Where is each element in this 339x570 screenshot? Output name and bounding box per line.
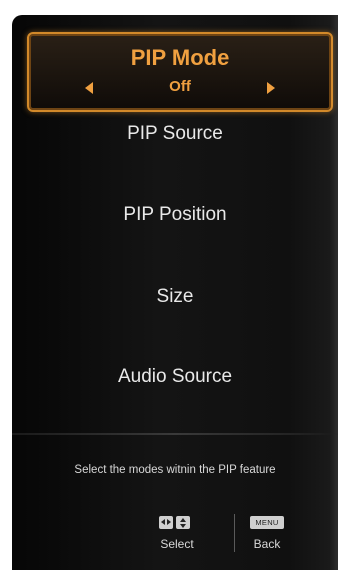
menu-item-size[interactable]: Size (12, 285, 338, 309)
back-hint-label: Back (253, 537, 281, 551)
menu-item-pip-source[interactable]: PIP Source (12, 122, 338, 146)
hint-separator (234, 514, 235, 552)
pip-mode-label: PIP Mode (130, 45, 230, 70)
menu-key-icon: MENU (250, 516, 284, 529)
left-right-key-icon (159, 516, 173, 529)
menu-item-audio-source[interactable]: Audio Source (12, 365, 338, 389)
pip-mode-item[interactable]: PIP Mode Off (27, 32, 333, 112)
help-text: Select the modes witnin the PIP feature (74, 464, 276, 476)
pip-mode-value: Off (169, 78, 191, 95)
right-arrow-icon[interactable] (267, 82, 275, 94)
divider (12, 433, 338, 435)
pip-menu-panel: PIP Mode Off PIP Source PIP Position Siz… (12, 15, 338, 570)
select-hint-icons (159, 516, 190, 529)
up-down-key-icon (176, 516, 190, 529)
menu-item-pip-position[interactable]: PIP Position (12, 203, 338, 227)
select-hint-label: Select (160, 537, 194, 551)
